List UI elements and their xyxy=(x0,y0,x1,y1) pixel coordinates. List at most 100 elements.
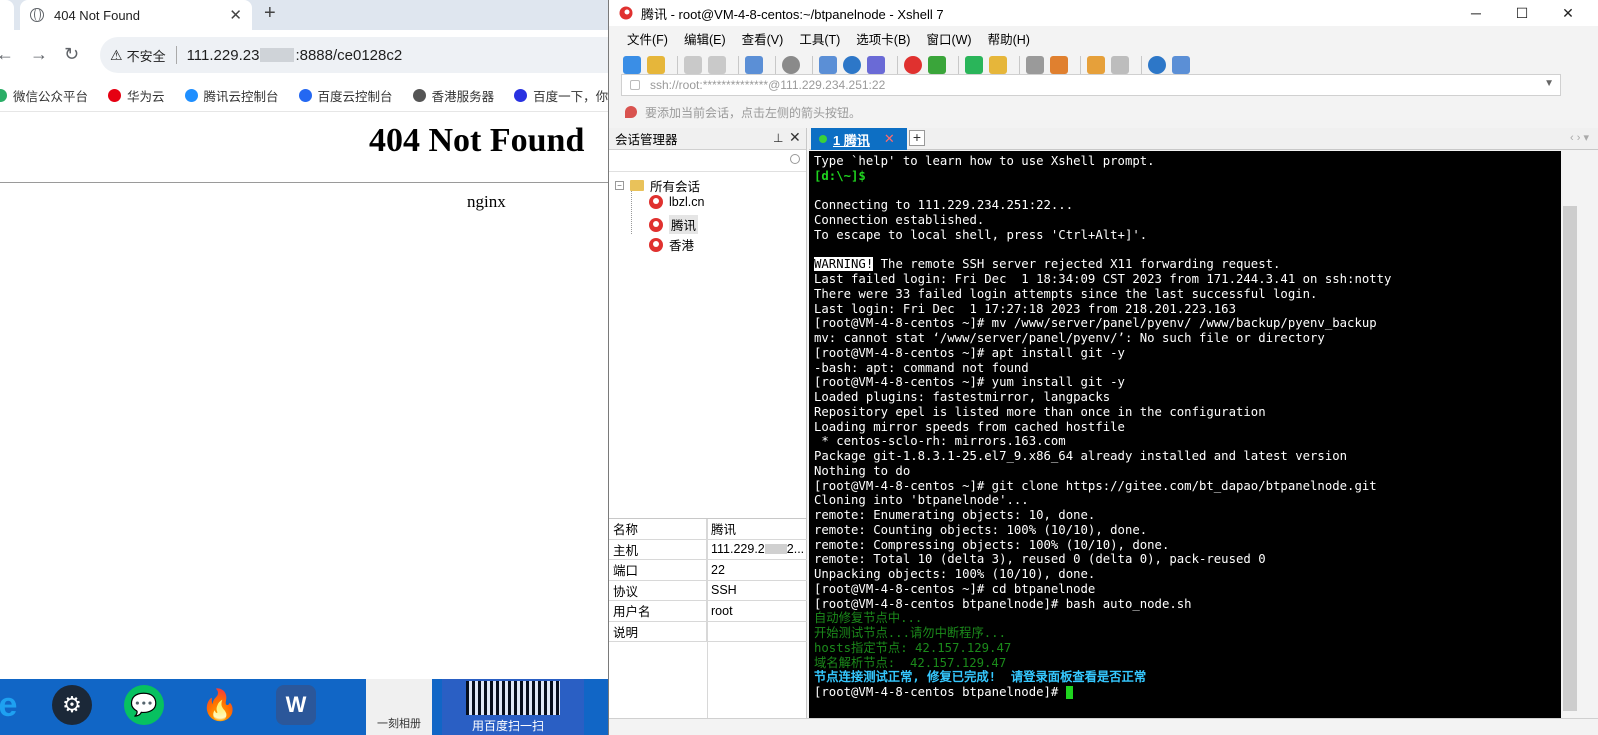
reload-icon[interactable]: ↻ xyxy=(64,44,79,65)
steam-icon[interactable]: ⚙ xyxy=(52,685,92,725)
album-app[interactable]: 一刻相册 xyxy=(366,679,432,735)
word-icon[interactable]: W xyxy=(276,685,316,725)
lock-icon[interactable] xyxy=(989,56,1007,74)
xshell-window: 腾讯 - root@VM-4-8-centos:~/btpanelnode - … xyxy=(608,0,1598,735)
bookmark-favicon-icon xyxy=(108,89,122,102)
open-folder-icon[interactable] xyxy=(647,56,665,74)
session-item-tencent[interactable]: 腾讯 xyxy=(649,215,699,234)
session-item-hongkong[interactable]: 香港 xyxy=(649,235,694,254)
xshell-icon[interactable] xyxy=(904,56,922,74)
layout-icon[interactable] xyxy=(819,56,837,74)
xshell-titlebar[interactable]: 腾讯 - root@VM-4-8-centos:~/btpanelnode - … xyxy=(609,0,1598,26)
terminal-line: 自动修复节点中... xyxy=(814,611,923,626)
tab-title: 404 Not Found xyxy=(54,7,141,23)
terminal-tab-active[interactable]: 1 腾讯 ✕ xyxy=(811,128,907,150)
property-value: 22 xyxy=(711,562,725,577)
bookmark-item[interactable]: 百度一下，你就 xyxy=(514,86,620,105)
session-search-input[interactable] xyxy=(609,150,806,172)
menu-item[interactable]: 文件(F) xyxy=(627,29,668,48)
previous-tab-edge[interactable] xyxy=(0,0,14,30)
keyboard-icon[interactable] xyxy=(1026,56,1044,74)
terminal-line: [d:\~]$ xyxy=(814,168,866,183)
tab-scroll-arrows-icon[interactable]: ‹ › ▾ xyxy=(1570,131,1589,144)
close-panel-icon[interactable]: ✕ xyxy=(789,129,801,146)
terminal-line: Connection established. xyxy=(814,213,985,227)
disconnect-icon[interactable] xyxy=(708,56,726,74)
properties-icon[interactable] xyxy=(745,56,763,74)
new-terminal-tab-button[interactable]: + xyxy=(909,130,925,146)
bookmark-favicon-icon xyxy=(298,89,312,102)
terminal-line: Loading mirror speeds from cached hostfi… xyxy=(814,419,1125,434)
xshell-session-icon xyxy=(649,195,663,209)
scrollbar-thumb[interactable] xyxy=(1563,206,1577,711)
search-icon[interactable] xyxy=(790,154,800,164)
url-text[interactable]: 111.229.23 :8888/ce0128c2 xyxy=(187,47,403,64)
bookmark-pin-icon[interactable] xyxy=(625,106,637,118)
flame-app-icon[interactable]: 🔥 xyxy=(200,685,240,725)
bookmark-item[interactable]: 香港服务器 xyxy=(412,86,494,105)
minimize-icon[interactable]: ─ xyxy=(1453,0,1499,26)
toolbar-separator xyxy=(897,56,898,74)
terminal-line: [root@VM-4-8-centos btpanelnode]# xyxy=(814,685,1561,700)
wechat-icon[interactable]: 💬 xyxy=(124,685,164,725)
highlight-icon[interactable] xyxy=(1050,56,1068,74)
new-session-icon[interactable] xyxy=(623,56,641,74)
terminal-output[interactable]: Type `help' to learn how to use Xshell p… xyxy=(809,151,1561,718)
forward-arrow-icon[interactable]: → xyxy=(30,44,48,65)
redacted-block xyxy=(260,48,295,62)
find-icon[interactable] xyxy=(782,56,800,74)
menu-item[interactable]: 选项卡(B) xyxy=(856,29,910,48)
lock-icon xyxy=(630,80,640,90)
close-tab-icon[interactable]: ✕ xyxy=(884,131,895,147)
bookmark-item[interactable]: 百度云控制台 xyxy=(298,86,393,105)
status-bar xyxy=(609,718,1598,735)
xftp-icon[interactable] xyxy=(928,56,946,74)
new-folder-icon[interactable] xyxy=(1087,56,1105,74)
bookmark-item[interactable]: 微信公众平台 xyxy=(0,86,88,105)
ie-browser-icon[interactable]: e xyxy=(0,685,28,725)
url-prefix: 111.229.23 xyxy=(186,46,260,64)
bookmark-label: 百度一下，你就 xyxy=(533,90,620,104)
page-content: 404 Not Found nginx xyxy=(0,112,620,693)
menu-item[interactable]: 工具(T) xyxy=(799,29,840,48)
menu-item[interactable]: 编辑(E) xyxy=(684,29,726,48)
warning-triangle-icon[interactable]: ⚠ xyxy=(110,47,123,64)
address-bar[interactable]: ⚠ 不安全 111.229.23 :8888/ce0128c2 xyxy=(100,37,620,73)
tree-node-all-sessions[interactable]: − 所有会话 xyxy=(615,176,700,195)
terminal-line: There were 33 failed login attempts sinc… xyxy=(814,286,1318,301)
help-icon[interactable] xyxy=(1148,56,1166,74)
session-address-bar[interactable]: ssh://root:**************@111.229.234.25… xyxy=(621,74,1561,96)
bookmark-label: 百度云控制台 xyxy=(317,90,393,104)
pin-panel-icon[interactable]: ⊥ xyxy=(773,131,783,145)
new-tab-button[interactable]: + xyxy=(264,2,276,25)
menu-item[interactable]: 窗口(W) xyxy=(926,29,971,48)
qr-ad-panel[interactable]: 用百度扫一扫 xyxy=(442,679,584,735)
terminal-line: 节点连接测试正常, 修复已完成! 请登录面板查看是否正常 xyxy=(814,670,1147,685)
bookmarks-bar: 微信公众平台 华为云 腾讯云控制台 百度云控制台 香港服务器 百度一下，你就 xyxy=(0,80,620,112)
terminal-line: Last login: Fri Dec 1 17:27:18 2023 from… xyxy=(814,301,1236,316)
maximize-icon[interactable]: ☐ xyxy=(1499,0,1545,26)
menu-item[interactable]: 帮助(H) xyxy=(988,29,1030,48)
bookmark-item[interactable]: 华为云 xyxy=(108,86,165,105)
session-item-lbzl[interactable]: lbzl.cn xyxy=(649,195,704,209)
bookmark-item[interactable]: 腾讯云控制台 xyxy=(184,86,279,105)
collapse-icon[interactable]: − xyxy=(615,181,624,190)
terminal-tab-label: 1 腾讯 xyxy=(833,132,870,148)
menu-item[interactable]: 查看(V) xyxy=(742,29,784,48)
compose-icon[interactable] xyxy=(1111,56,1129,74)
browser-tab-active[interactable]: 404 Not Found ✕ xyxy=(20,0,252,30)
close-window-icon[interactable]: ✕ xyxy=(1545,0,1591,26)
font-icon[interactable] xyxy=(867,56,885,74)
chevron-down-icon[interactable]: ▼ xyxy=(1544,78,1554,89)
back-arrow-icon[interactable]: ← xyxy=(0,44,14,65)
chat-icon[interactable] xyxy=(1172,56,1190,74)
globe-encoding-icon[interactable] xyxy=(843,56,861,74)
fullscreen-icon[interactable] xyxy=(965,56,983,74)
close-tab-icon[interactable]: ✕ xyxy=(229,6,242,24)
insecure-label[interactable]: 不安全 xyxy=(127,46,166,65)
terminal-line-text: [root@VM-4-8-centos btpanelnode]# xyxy=(814,685,1066,699)
terminal-scrollbar[interactable] xyxy=(1561,151,1598,718)
reconnect-icon[interactable] xyxy=(684,56,702,74)
warning-badge: WARNING! xyxy=(814,257,874,272)
